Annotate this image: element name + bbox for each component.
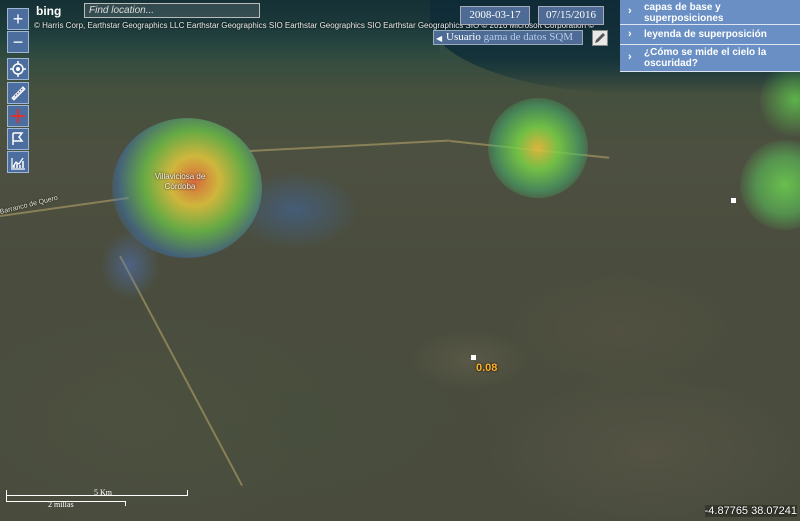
panel-label: capas de base y superposiciones (644, 2, 724, 24)
measurement-marker[interactable] (471, 355, 476, 360)
ruler-icon (11, 86, 26, 101)
select-prefix: Usuario (446, 31, 484, 43)
panel-layers[interactable]: › capas de base y superposiciones (620, 0, 800, 25)
measurement-marker[interactable] (731, 198, 736, 203)
bing-logo: bing (36, 4, 78, 18)
chart-icon (11, 157, 25, 170)
panel-sky-darkness[interactable]: › ¿Cómo se mide el cielo la oscuridad? (620, 45, 800, 72)
ruler-button[interactable] (7, 82, 29, 104)
chart-button[interactable] (7, 151, 29, 173)
locate-button[interactable] (7, 58, 29, 80)
map-canvas[interactable]: Villaviciosa de Córdoba Barranco de Quer… (0, 0, 800, 521)
crosshair-icon (11, 109, 25, 123)
coordinates-text: -4.87765 38.07241 (704, 505, 797, 517)
chevron-right-icon: › (628, 27, 632, 40)
crosshair-button[interactable] (7, 105, 29, 127)
panel-legend[interactable]: › leyenda de superposición (620, 25, 800, 45)
zoom-out-button[interactable]: − (7, 31, 29, 53)
cursor-coordinates: -4.87765 38.07241 (704, 505, 797, 517)
edit-button[interactable] (592, 30, 608, 46)
zoom-out-icon: − (12, 32, 24, 52)
scale-label-miles: 2 millas (48, 500, 74, 509)
flag-button[interactable] (7, 128, 29, 150)
zoom-in-button[interactable]: + (7, 8, 29, 30)
scale-tick (187, 490, 188, 496)
chevron-right-icon: › (628, 51, 632, 63)
scale-tick (125, 501, 126, 506)
select-option: gama de datos SQM (483, 31, 574, 43)
flag-icon (12, 132, 24, 145)
scale-label-km: 5 Km (94, 488, 112, 497)
panel-label: leyenda de superposición (644, 29, 767, 40)
city-label: Villaviciosa de Córdoba (150, 172, 210, 192)
bing-wordmark: bing (36, 4, 62, 18)
city-label-line: Córdoba (164, 182, 196, 191)
zoom-in-icon: + (12, 9, 24, 29)
search-input[interactable]: Find location... (84, 3, 260, 18)
reading-value[interactable]: 0.08 (476, 362, 497, 374)
locate-icon (10, 61, 26, 77)
city-label-line: Villaviciosa de (154, 172, 206, 181)
pencil-icon (595, 33, 605, 43)
chevron-left-icon: ◀ (436, 34, 443, 43)
chevron-right-icon: › (628, 5, 632, 17)
start-date-field[interactable]: 2008-03-17 (460, 6, 530, 25)
user-data-range-select[interactable]: ◀ Usuario gama de datos SQM (433, 30, 583, 45)
scale-bar: 5 Km 2 millas (6, 488, 188, 509)
end-date-field[interactable]: 07/15/2016 (538, 6, 604, 25)
panel-label: ¿Cómo se mide el cielo la oscuridad? (644, 47, 767, 69)
